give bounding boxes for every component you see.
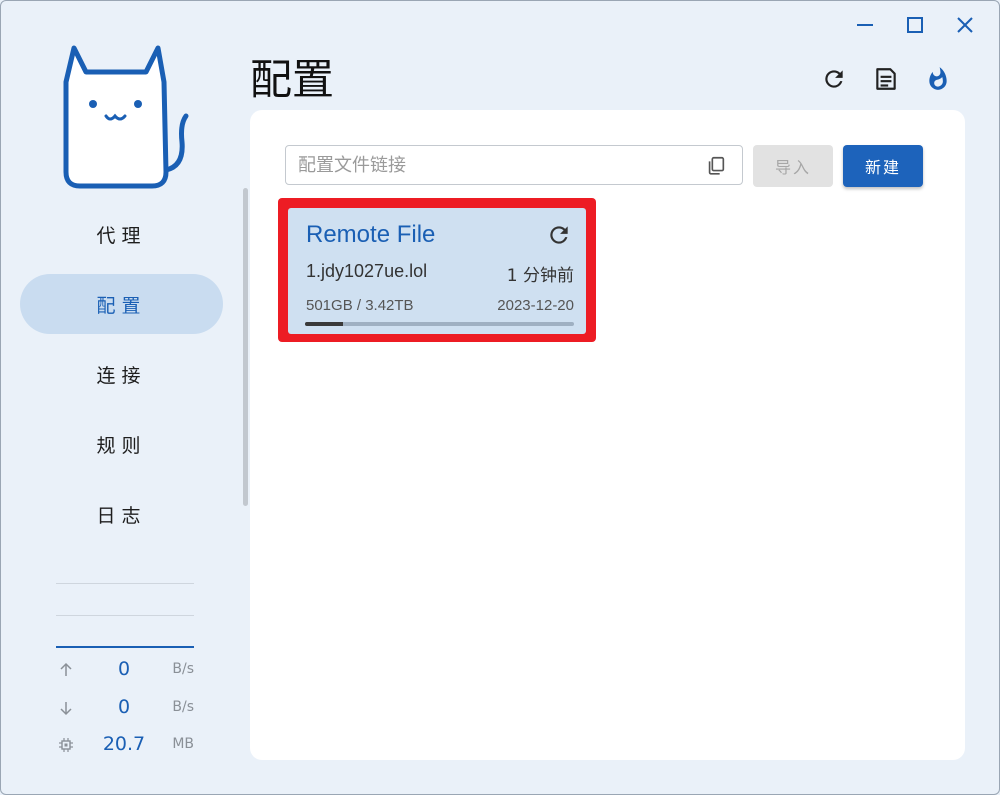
log-document-icon <box>876 68 896 90</box>
refresh-icon <box>825 70 843 88</box>
profile-name: Remote File <box>306 221 436 248</box>
minimize-button[interactable] <box>848 10 882 40</box>
profile-expire-date: 2023-12-20 <box>497 297 574 314</box>
import-button[interactable]: 导入 <box>753 145 833 187</box>
arrow-up-icon <box>60 662 72 676</box>
upload-speed-row: 0 B/s <box>56 658 196 682</box>
memory-unit: MB <box>172 736 194 752</box>
download-speed-unit: B/s <box>172 699 194 715</box>
traffic-progress-fill <box>305 322 343 326</box>
nav-item-profiles[interactable]: 配置 <box>20 274 223 334</box>
profile-url-placeholder: 配置文件链接 <box>298 155 406 176</box>
download-speed-row: 0 B/s <box>56 696 196 720</box>
traffic-progress-bar <box>305 322 574 326</box>
fire-icon <box>929 67 947 90</box>
nav-label: 连接 <box>96 364 147 387</box>
maximize-button[interactable] <box>898 10 932 40</box>
refresh-profiles-button[interactable] <box>819 64 849 94</box>
profiles-panel: 配置文件链接 导入 新建 Remote File 1.jdy1027ue.lol… <box>250 110 965 760</box>
profile-host: 1.jdy1027ue.lol <box>306 261 428 281</box>
nav-label: 代理 <box>96 224 147 247</box>
download-speed-value: 0 <box>117 696 131 718</box>
close-button[interactable] <box>948 10 982 40</box>
runtime-config-button[interactable] <box>923 64 953 94</box>
cat-logo-icon <box>63 45 189 189</box>
sidebar-scrollbar[interactable] <box>243 188 248 506</box>
minimize-icon <box>857 24 873 26</box>
memory-chip-icon <box>59 738 73 752</box>
nav-label: 规则 <box>96 434 147 457</box>
upload-speed-value: 0 <box>117 658 131 680</box>
app-logo-cat <box>58 42 190 196</box>
view-log-button[interactable] <box>871 64 901 94</box>
divider <box>56 583 194 584</box>
profile-card[interactable]: Remote File 1.jdy1027ue.lol 1 分钟前 501GB … <box>288 208 586 334</box>
memory-value: 20.7 <box>102 733 146 755</box>
nav-label: 日志 <box>96 504 147 527</box>
divider <box>56 615 194 616</box>
upload-speed-unit: B/s <box>172 661 194 677</box>
nav-item-logs[interactable]: 日志 <box>20 484 223 544</box>
page-title: 配置 <box>250 55 335 104</box>
nav-item-connections[interactable]: 连接 <box>20 344 223 404</box>
arrow-down-icon <box>60 702 72 716</box>
nav-item-rules[interactable]: 规则 <box>20 414 223 474</box>
nav-item-proxies[interactable]: 代理 <box>20 204 223 264</box>
paste-icon[interactable] <box>705 155 727 177</box>
refresh-icon[interactable] <box>546 222 572 248</box>
close-icon <box>957 17 973 33</box>
profile-url-input[interactable]: 配置文件链接 <box>285 145 743 185</box>
nav-label: 配置 <box>96 294 147 317</box>
new-profile-button[interactable]: 新建 <box>843 145 923 187</box>
maximize-icon <box>907 17 923 33</box>
memory-row: 20.7 MB <box>56 733 196 757</box>
profile-updated-time: 1 分钟前 <box>506 266 574 286</box>
traffic-graph-line <box>56 646 194 648</box>
profile-traffic-usage: 501GB / 3.42TB <box>306 297 414 314</box>
